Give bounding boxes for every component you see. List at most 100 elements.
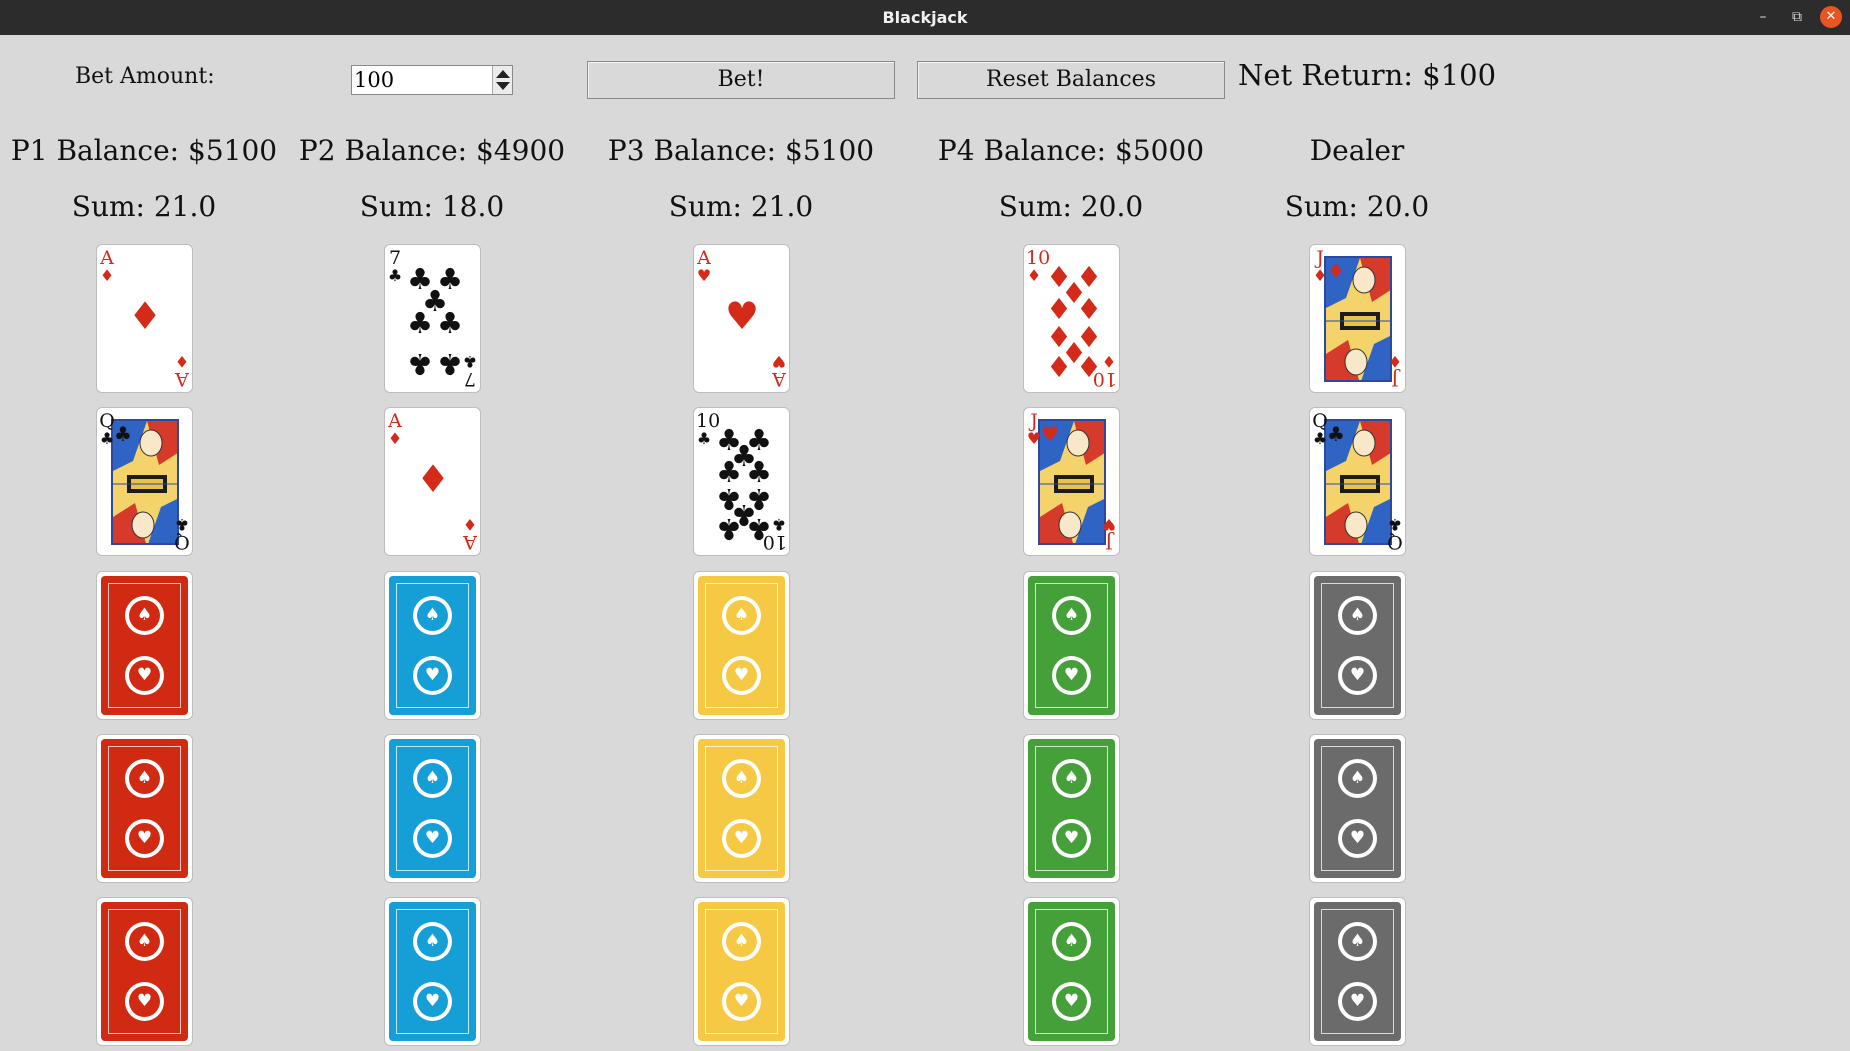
playing-card: ♦ J ♦ J ♦ <box>1309 244 1406 393</box>
diamond-icon: ♦ <box>1026 266 1042 285</box>
heart-icon: ♥ <box>696 266 712 285</box>
spade-emblem-icon: ♠ <box>1338 759 1377 798</box>
card-index: 10 ♣ <box>763 515 787 553</box>
diamond-icon: ♦ <box>1312 266 1328 285</box>
heart-emblem-icon: ♥ <box>413 982 452 1021</box>
heart-icon: ♥ <box>724 294 760 338</box>
spin-down-icon[interactable] <box>496 82 510 90</box>
restore-button[interactable]: ⧉ <box>1786 6 1808 28</box>
playing-card: ♣ ♣ ♣ ♣ ♣ ♣ ♣ ♣ ♣ ♣ 10 ♣ 10 ♣ <box>693 407 790 556</box>
club-icon: ♣ <box>716 512 742 546</box>
player-1-balance: P1 Balance: $5100 <box>10 134 278 167</box>
minimize-button[interactable]: – <box>1752 6 1774 28</box>
card-index: 10 ♣ <box>696 412 720 448</box>
heart-emblem-icon: ♥ <box>722 982 761 1021</box>
bet-amount-input[interactable] <box>351 65 513 95</box>
heart-emblem-icon: ♥ <box>125 819 164 858</box>
playing-card: ♥ J ♥ J ♥ <box>1023 407 1120 556</box>
club-icon: ♣ <box>771 515 787 534</box>
player-3-sum: Sum: 21.0 <box>668 190 814 223</box>
playing-card: ♣ Q ♣ Q ♣ <box>96 407 193 556</box>
card-back-pattern: ♠ ♥ <box>101 739 188 878</box>
player-2-balance: P2 Balance: $4900 <box>298 134 566 167</box>
bet-amount-label: Bet Amount: <box>75 64 215 89</box>
player-4-balance: P4 Balance: $5000 <box>937 134 1205 167</box>
card-index: J ♥ <box>1026 412 1042 447</box>
diamond-icon: ♦ <box>174 352 190 371</box>
title-bar: Blackjack – ⧉ ✕ <box>0 0 1850 35</box>
card-back-pattern: ♠ ♥ <box>389 902 476 1041</box>
heart-emblem-icon: ♥ <box>1338 819 1377 858</box>
card-back: ♠ ♥ <box>693 734 790 883</box>
card-index: Q ♣ <box>99 412 115 447</box>
net-return-label: Net Return: $100 <box>1238 58 1497 92</box>
heart-emblem-icon: ♥ <box>722 656 761 695</box>
spade-emblem-icon: ♠ <box>1052 922 1091 961</box>
playing-card: ♣ Q ♣ Q ♣ <box>1309 407 1406 556</box>
card-back-pattern: ♠ ♥ <box>1028 902 1115 1041</box>
heart-emblem-icon: ♥ <box>1338 982 1377 1021</box>
heart-icon: ♥ <box>1101 515 1117 534</box>
bet-button[interactable]: Bet! <box>587 61 895 99</box>
club-icon: ♣ <box>387 266 403 285</box>
card-index: J ♥ <box>1101 515 1117 553</box>
card-back-pattern: ♠ ♥ <box>1028 576 1115 715</box>
diamond-icon: ♦ <box>1387 352 1403 371</box>
bet-amount-spinner[interactable] <box>492 66 512 94</box>
card-back-pattern: ♠ ♥ <box>101 576 188 715</box>
close-button[interactable]: ✕ <box>1820 6 1842 28</box>
card-rank: J <box>1391 368 1399 390</box>
diamond-icon: ♦ <box>99 266 115 285</box>
card-back-pattern: ♠ ♥ <box>1314 576 1401 715</box>
card-index: J ♦ <box>1387 352 1403 390</box>
club-icon: ♣ <box>462 352 478 371</box>
card-rank: J <box>1105 531 1113 553</box>
playing-card: ♦ A ♦ A ♦ <box>384 407 481 556</box>
card-back: ♠ ♥ <box>1023 734 1120 883</box>
spin-up-icon[interactable] <box>496 70 510 78</box>
card-back: ♠ ♥ <box>384 734 481 883</box>
card-back-pattern: ♠ ♥ <box>1314 739 1401 878</box>
club-icon: ♣ <box>696 429 712 448</box>
card-back-pattern: ♠ ♥ <box>389 739 476 878</box>
diamond-icon: ♦ <box>1327 259 1345 283</box>
club-icon: ♣ <box>1312 429 1328 448</box>
card-rank: Q <box>174 531 190 553</box>
spade-emblem-icon: ♠ <box>722 922 761 961</box>
card-back-pattern: ♠ ♥ <box>1314 902 1401 1041</box>
spade-emblem-icon: ♠ <box>722 759 761 798</box>
heart-emblem-icon: ♥ <box>413 656 452 695</box>
heart-emblem-icon: ♥ <box>125 656 164 695</box>
card-back-pattern: ♠ ♥ <box>101 902 188 1041</box>
card-back-pattern: ♠ ♥ <box>389 576 476 715</box>
card-rank: A <box>463 531 477 553</box>
club-icon: ♣ <box>437 306 463 340</box>
card-back: ♠ ♥ <box>1309 897 1406 1046</box>
window-title: Blackjack <box>882 8 968 27</box>
card-rank: 10 <box>762 531 787 553</box>
diamond-icon: ♦ <box>462 515 478 534</box>
card-back: ♠ ♥ <box>384 571 481 720</box>
card-index: 7 ♣ <box>462 352 478 390</box>
dealer-label: Dealer <box>1309 134 1405 167</box>
heart-emblem-icon: ♥ <box>1052 982 1091 1021</box>
club-icon: ♣ <box>407 347 433 381</box>
diamond-icon: ♦ <box>1101 352 1117 371</box>
card-rank: A <box>772 368 786 390</box>
card-rank: 7 <box>463 368 477 390</box>
card-back-pattern: ♠ ♥ <box>698 576 785 715</box>
card-rank: 10 <box>1092 368 1117 390</box>
playing-card: ♦ ♦ ♦ ♦ ♦ ♦ ♦ ♦ ♦ ♦ 10 ♦ 10 ♦ <box>1023 244 1120 393</box>
spade-emblem-icon: ♠ <box>413 596 452 635</box>
diamond-icon: ♦ <box>1046 349 1072 383</box>
card-index: 10 ♦ <box>1093 352 1117 390</box>
spade-emblem-icon: ♠ <box>1052 596 1091 635</box>
playing-card: ♦ A ♦ A ♦ <box>96 244 193 393</box>
spade-emblem-icon: ♠ <box>1338 596 1377 635</box>
card-back: ♠ ♥ <box>96 571 193 720</box>
reset-balances-button[interactable]: Reset Balances <box>917 61 1225 99</box>
heart-icon: ♥ <box>771 352 787 371</box>
card-rank: A <box>175 368 189 390</box>
card-index: A ♦ <box>99 249 115 285</box>
heart-emblem-icon: ♥ <box>1338 656 1377 695</box>
